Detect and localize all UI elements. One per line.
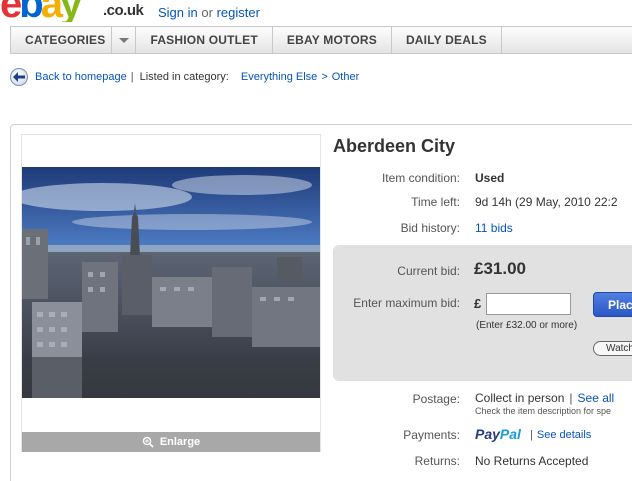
time-left-label: Time left: bbox=[411, 195, 460, 209]
signin-area: Sign in or register bbox=[158, 5, 260, 20]
item-photo[interactable] bbox=[22, 167, 320, 398]
current-bid-label: Current bid: bbox=[397, 264, 460, 278]
see-details-link[interactable]: See details bbox=[537, 429, 591, 441]
returns-label: Returns: bbox=[414, 454, 460, 468]
logo-domain: .co.uk bbox=[103, 2, 144, 19]
payments-separator: | bbox=[530, 429, 533, 441]
postage-label: Postage: bbox=[412, 392, 460, 406]
payment-details: | See details bbox=[530, 429, 591, 441]
bid-history-label: Bid history: bbox=[400, 221, 460, 235]
min-bid-hint: (Enter £32.00 or more) bbox=[476, 320, 578, 331]
nav-ebay-motors[interactable]: EBAY MOTORS bbox=[273, 27, 392, 53]
time-left-value: 9d 14h (29 May, 2010 22:2 bbox=[475, 195, 618, 209]
ebay-logo[interactable]: ebay bbox=[0, 0, 82, 22]
site-header: ebay .co.uk Sign in or register bbox=[0, 0, 632, 22]
nav-daily-deals[interactable]: DAILY DEALS bbox=[392, 27, 502, 53]
watch-button[interactable]: Watch bbox=[593, 341, 632, 356]
categories-dropdown-button[interactable] bbox=[112, 27, 137, 53]
postage-value: Collect in person bbox=[475, 391, 565, 405]
postage-info: Collect in person | See all bbox=[475, 391, 614, 405]
enlarge-label: Enlarge bbox=[159, 436, 201, 448]
breadcrumb: Back to homepage | Listed in category: E… bbox=[10, 67, 359, 87]
postage-note: Check the item description for spe bbox=[475, 406, 612, 416]
logo-letter-y: y bbox=[59, 0, 82, 22]
item-title: Aberdeen City bbox=[333, 136, 456, 156]
signin-or-text: or bbox=[201, 5, 213, 20]
item-condition-label: Item condition: bbox=[381, 171, 460, 185]
postage-separator: | bbox=[569, 391, 573, 405]
register-link[interactable]: register bbox=[217, 5, 260, 20]
item-condition-value: Used bbox=[475, 171, 505, 185]
category-other-link[interactable]: Other bbox=[332, 71, 360, 83]
back-arrow-icon[interactable] bbox=[10, 68, 28, 86]
signin-link[interactable]: Sign in bbox=[158, 5, 198, 20]
currency-symbol: £ bbox=[474, 296, 482, 311]
current-bid-value: £31.00 bbox=[474, 259, 526, 278]
nav-categories[interactable]: CATEGORIES bbox=[11, 27, 113, 53]
see-all-link[interactable]: See all bbox=[578, 391, 615, 405]
back-to-homepage-link[interactable]: Back to homepage bbox=[35, 71, 127, 83]
enlarge-button[interactable]: Enlarge bbox=[22, 432, 320, 452]
payments-label: Payments: bbox=[403, 428, 460, 442]
logo-letter-a: a bbox=[40, 0, 63, 22]
max-bid-label: Enter maximum bid: bbox=[353, 296, 460, 310]
listed-in-label: Listed in category: bbox=[139, 71, 229, 83]
chevron-down-icon bbox=[118, 37, 129, 43]
breadcrumb-arrow: > bbox=[321, 71, 328, 83]
top-nav-bar: CATEGORIES FASHION OUTLET EBAY MOTORS DA… bbox=[10, 26, 632, 54]
paypal-logo: PayPal bbox=[475, 426, 521, 442]
paypal-logo-pal: Pal bbox=[499, 426, 521, 442]
paypal-logo-pay: Pay bbox=[475, 426, 500, 442]
breadcrumb-separator: | bbox=[130, 71, 134, 83]
logo-letter-b: b bbox=[19, 0, 44, 22]
returns-value: No Returns Accepted bbox=[475, 454, 589, 468]
magnifier-icon bbox=[142, 436, 154, 448]
logo-letter-e: e bbox=[0, 0, 22, 22]
nav-fashion-outlet[interactable]: FASHION OUTLET bbox=[136, 27, 273, 53]
place-bid-button[interactable]: Plac bbox=[593, 292, 632, 317]
max-bid-input[interactable] bbox=[486, 293, 571, 315]
category-everything-else-link[interactable]: Everything Else bbox=[241, 71, 317, 83]
bid-history-link[interactable]: 11 bids bbox=[475, 221, 513, 235]
